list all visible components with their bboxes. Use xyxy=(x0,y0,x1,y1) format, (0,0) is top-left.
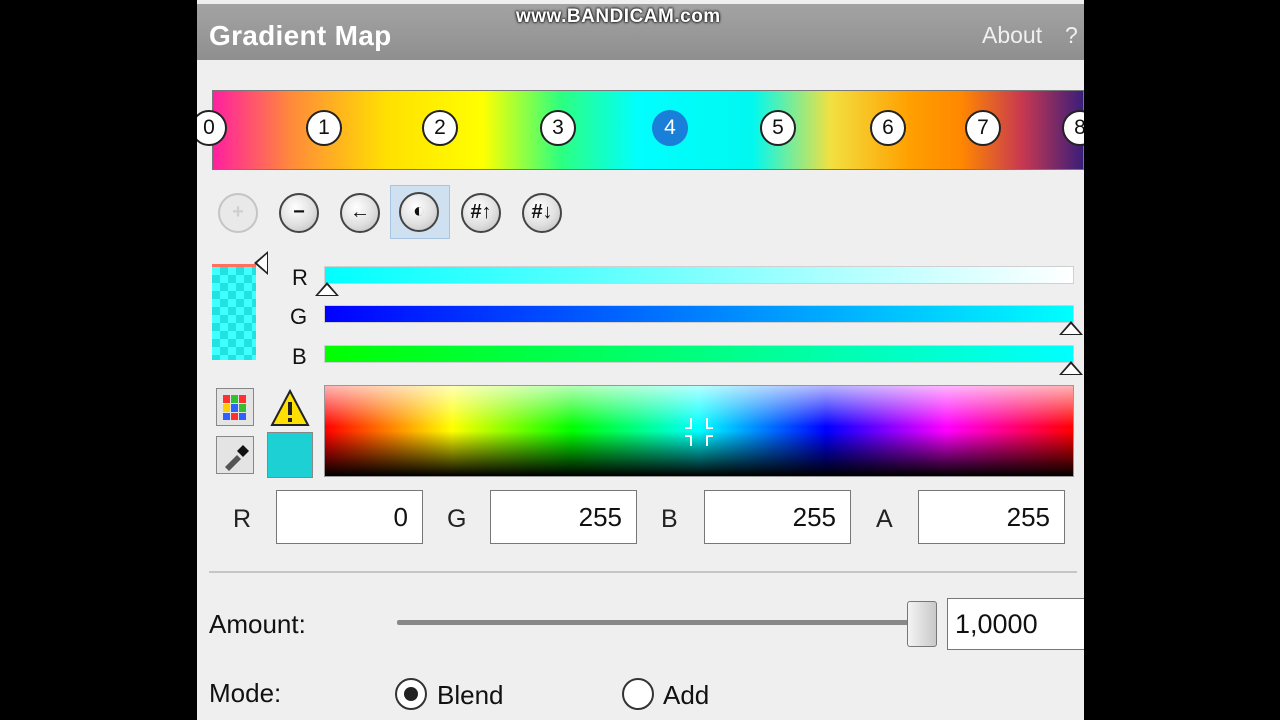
section-divider xyxy=(209,571,1077,573)
red-channel-label: R xyxy=(292,265,308,290)
blend-radio[interactable] xyxy=(395,678,427,710)
r-value-label: R xyxy=(233,505,252,533)
green-channel-label: G xyxy=(290,304,308,329)
mode-label: Mode: xyxy=(209,678,282,708)
mirror-button[interactable]: ◐ xyxy=(390,185,450,239)
color-spectrum-picker[interactable] xyxy=(324,385,1074,477)
current-color-swatch[interactable] xyxy=(267,432,313,478)
gradient-stop[interactable]: 8 xyxy=(1062,110,1084,146)
amount-slider-thumb[interactable] xyxy=(907,601,937,647)
gradient-preview-bar[interactable]: 0 1 2 3 4 5 6 7 8 xyxy=(197,90,1084,170)
gradient-stop[interactable]: 5 xyxy=(760,110,796,146)
gradient-stop[interactable]: 2 xyxy=(422,110,458,146)
help-button[interactable]: ? xyxy=(1065,22,1078,49)
a-value-input[interactable]: 255 xyxy=(918,490,1065,544)
minus-circle-icon[interactable]: − xyxy=(279,193,319,233)
swatch-pointer-icon xyxy=(254,251,268,275)
panel-title: Gradient Map xyxy=(209,20,392,51)
warning-icon xyxy=(270,388,310,433)
hash-up-icon[interactable]: #↑ xyxy=(461,193,501,233)
b-value-label: B xyxy=(661,505,678,533)
g-value-input[interactable]: 255 xyxy=(490,490,637,544)
blue-channel-slider[interactable] xyxy=(324,345,1074,363)
gradient-stop[interactable]: 0 xyxy=(197,110,227,146)
amount-input[interactable]: 1,0000 xyxy=(947,598,1084,650)
mirror-icon: ◐ xyxy=(399,192,439,232)
gradient-stop[interactable]: 7 xyxy=(965,110,1001,146)
watermark-text: www.BANDICAM.com xyxy=(516,6,721,27)
plus-circle-icon[interactable]: + xyxy=(218,193,258,233)
arrow-left-icon[interactable]: ← xyxy=(340,193,380,233)
picker-crosshair-icon xyxy=(685,418,713,446)
amount-slider-track[interactable] xyxy=(397,620,922,625)
blend-radio-label[interactable]: Blend xyxy=(437,680,504,711)
eyedropper-icon[interactable] xyxy=(216,436,254,474)
red-slider-handle[interactable] xyxy=(315,282,339,296)
blue-channel-label: B xyxy=(292,344,307,369)
gradient-stop[interactable]: 6 xyxy=(870,110,906,146)
green-channel-slider[interactable] xyxy=(324,305,1074,323)
b-value-input[interactable]: 255 xyxy=(704,490,851,544)
gradient-stop-active[interactable]: 4 xyxy=(652,110,688,146)
blue-slider-handle[interactable] xyxy=(1059,361,1083,375)
a-value-label: A xyxy=(876,505,893,533)
amount-label: Amount: xyxy=(209,609,306,639)
gradient-stop[interactable]: 3 xyxy=(540,110,576,146)
color-swatch-preview xyxy=(212,264,256,360)
hash-down-icon[interactable]: #↓ xyxy=(522,193,562,233)
add-radio-label[interactable]: Add xyxy=(663,680,709,711)
green-slider-handle[interactable] xyxy=(1059,321,1083,335)
palette-icon[interactable] xyxy=(216,388,254,426)
r-value-input[interactable]: 0 xyxy=(276,490,423,544)
add-radio[interactable] xyxy=(622,678,654,710)
g-value-label: G xyxy=(447,505,467,533)
gradient-map-panel: Gradient Map About ? 0 1 2 3 4 5 6 7 8 +… xyxy=(197,0,1084,720)
red-channel-slider[interactable] xyxy=(324,266,1074,284)
gradient-stop[interactable]: 1 xyxy=(306,110,342,146)
about-link[interactable]: About xyxy=(982,22,1042,49)
